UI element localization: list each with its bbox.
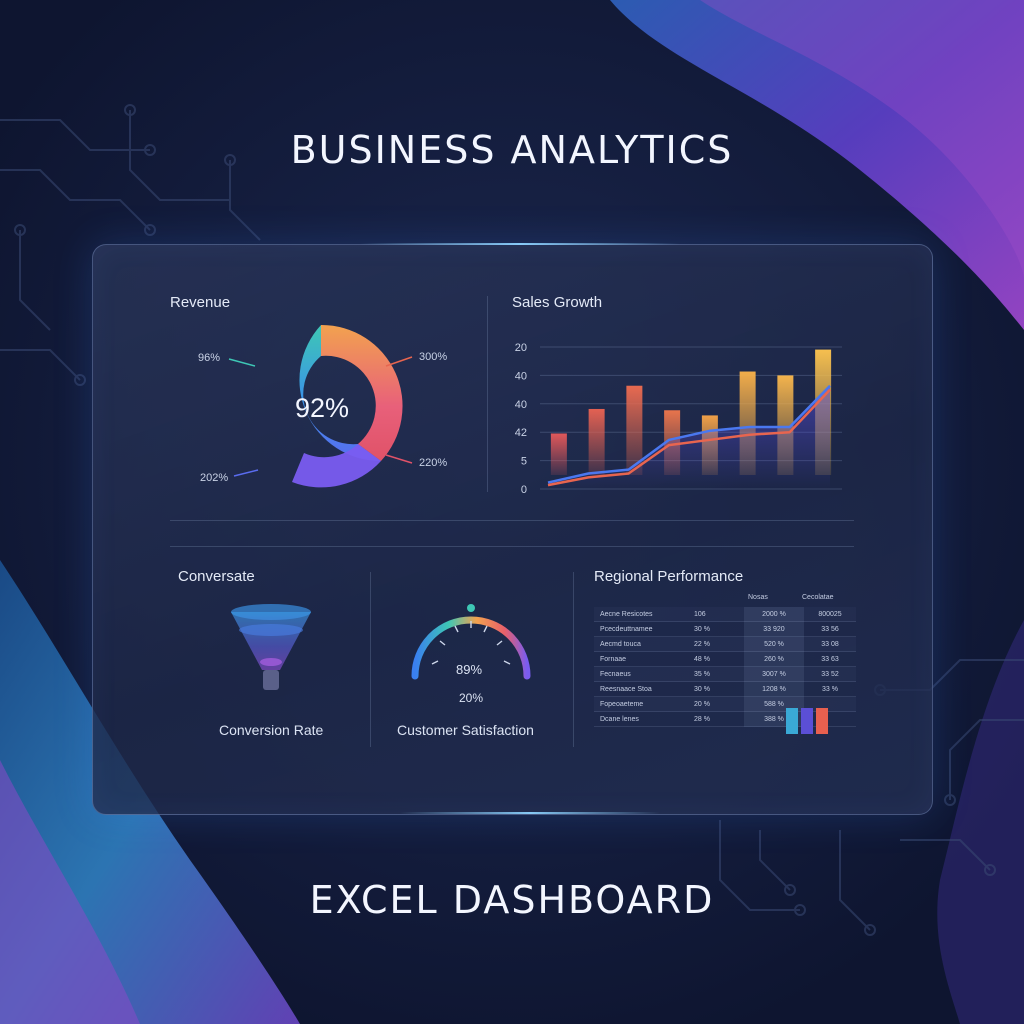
- y-tick-label: 0: [521, 484, 527, 496]
- customer-satisfaction-label: Customer Satisfaction: [397, 722, 534, 738]
- table-cell: 33 920: [744, 621, 804, 637]
- table-cell: Dcane lenes: [594, 711, 688, 727]
- table-cell: 48 %: [688, 651, 744, 667]
- divider-vertical-top: [487, 296, 488, 492]
- panel-bottom-glow: [400, 812, 660, 814]
- table-cell: 30 %: [688, 621, 744, 637]
- revenue-center-value: 92%: [294, 393, 350, 423]
- table-cell: Reesnaace Stoa: [594, 681, 688, 697]
- table-cell: 33 56: [804, 621, 856, 637]
- dashboard-subtitle: EXCEL DASHBOARD: [309, 878, 715, 922]
- revenue-callout-3: 220%: [419, 457, 448, 469]
- satisfaction-secondary: 20%: [459, 691, 484, 705]
- revenue-callout-4: 202%: [200, 472, 229, 484]
- table-cell: Fornaae: [594, 651, 688, 667]
- revenue-title: Revenue: [170, 294, 231, 311]
- panel-top-glow: [360, 243, 680, 245]
- sales-bar: [588, 408, 605, 475]
- table-cell: 20 %: [688, 696, 744, 712]
- sales-growth-title: Sales Growth: [512, 294, 603, 311]
- table-cell: Aecne Resicotes: [594, 607, 688, 622]
- y-tick-label: 5: [521, 456, 527, 468]
- table-cell: 520 %: [744, 636, 804, 652]
- table-cell: Fecnaeus: [594, 666, 688, 682]
- regional-column-header-2: Cecolatae: [802, 594, 834, 601]
- table-cell: 28 %: [688, 711, 744, 727]
- table-cell: 2000 %: [744, 607, 804, 622]
- revenue-callout-2: 300%: [419, 351, 448, 363]
- divider-horizontal-2: [170, 546, 854, 547]
- table-cell: 260 %: [744, 651, 804, 667]
- table-cell: 33 63: [804, 651, 856, 667]
- regional-column-header-1: Nosas: [748, 594, 768, 601]
- table-row: Aecmd touca 22 % 520 % 33 08: [594, 636, 856, 652]
- table-cell: 1208 %: [744, 681, 804, 697]
- table-cell: 30 %: [688, 681, 744, 697]
- table-cell: 106: [688, 607, 744, 622]
- table-row: Pcecdeuttnamee 30 % 33 920 33 56: [594, 621, 856, 637]
- dashboard-heading: BUSINESS ANALYTICS: [290, 128, 734, 172]
- table-cell: 800025: [804, 607, 856, 622]
- divider-vertical-bottom-1: [370, 572, 371, 747]
- divider-horizontal-1: [170, 520, 854, 521]
- regional-mini-bar-1: [786, 708, 798, 734]
- revenue-callout-1: 96%: [198, 352, 221, 364]
- table-row: Fecnaeus 35 % 3007 % 33 52: [594, 666, 856, 682]
- sales-bar: [550, 433, 567, 475]
- divider-vertical-bottom-2: [573, 572, 574, 747]
- table-row: Reesnaace Stoa 30 % 1208 % 33 %: [594, 681, 856, 697]
- table-cell: Fopeoaeteme: [594, 696, 688, 712]
- y-tick-label: 40: [515, 399, 527, 411]
- funnel-icon: [231, 604, 311, 690]
- table-cell: 35 %: [688, 666, 744, 682]
- table-cell: 22 %: [688, 636, 744, 652]
- conversion-rate-label: Conversion Rate: [219, 722, 324, 738]
- table-cell: 33 52: [804, 666, 856, 682]
- satisfaction-value: 89%: [456, 662, 483, 677]
- table-row: Aecne Resicotes 106 2000 % 800025: [594, 607, 856, 622]
- regional-mini-bar-3: [816, 708, 828, 734]
- y-tick-label: 20: [515, 342, 527, 354]
- table-cell: 33 08: [804, 636, 856, 652]
- table-cell: 33 %: [804, 681, 856, 697]
- table-cell: Pcecdeuttnamee: [594, 621, 688, 637]
- conversion-title: Conversate: [178, 568, 255, 585]
- table-cell: 3007 %: [744, 666, 804, 682]
- y-tick-label: 42: [515, 427, 527, 439]
- table-cell: Aecmd touca: [594, 636, 688, 652]
- regional-mini-bar-2: [801, 708, 813, 734]
- y-tick-label: 40: [515, 370, 527, 382]
- regional-performance-title: Regional Performance: [594, 568, 744, 585]
- sales-growth-chart: 20 40 40 42 5 0: [515, 342, 842, 496]
- table-row: Fornaae 48 % 260 % 33 63: [594, 651, 856, 667]
